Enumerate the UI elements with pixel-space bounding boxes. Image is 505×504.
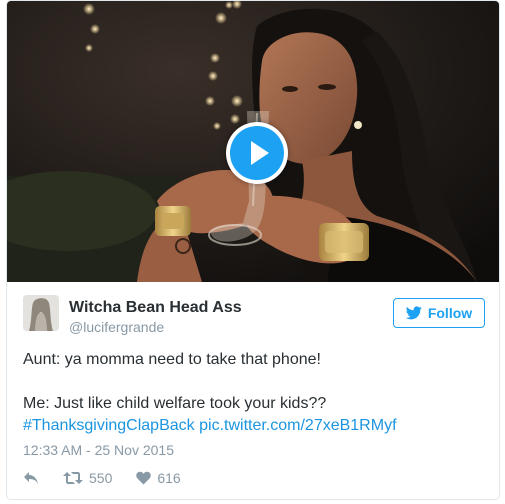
tweet-text: Aunt: ya momma need to take that phone! … <box>23 349 493 437</box>
reply-button[interactable] <box>23 471 39 485</box>
author-name[interactable]: Witcha Bean Head Ass <box>69 299 242 317</box>
tweet-line-1: Aunt: ya momma need to take that phone! <box>23 351 321 368</box>
hashtag-link[interactable]: #ThanksgivingClapBack <box>23 417 195 434</box>
follow-label: Follow <box>427 305 473 321</box>
tweet-header: Witcha Bean Head Ass @lucifergrande Foll… <box>23 295 485 337</box>
author-handle[interactable]: @lucifergrande <box>69 319 164 335</box>
tweet-line-3: #ThanksgivingClapBack pic.twitter.com/27… <box>23 415 493 437</box>
video-thumbnail[interactable] <box>7 1 499 282</box>
tweet-card: Witcha Bean Head Ass @lucifergrande Foll… <box>6 0 500 500</box>
retweet-count: 550 <box>89 470 113 486</box>
retweet-button[interactable]: 550 <box>63 470 112 486</box>
reply-icon <box>24 472 38 484</box>
play-button[interactable] <box>226 122 288 184</box>
timestamp[interactable]: 12:33 AM - 25 Nov 2015 <box>23 442 174 458</box>
heart-icon <box>136 471 152 485</box>
media-link[interactable]: pic.twitter.com/27xeB1RMyf <box>199 417 396 434</box>
twitter-bird-icon <box>405 306 422 320</box>
tweet-actions: 550 616 <box>23 468 205 488</box>
tweet-line-2: Me: Just like child welfare took your ki… <box>23 395 327 412</box>
play-icon <box>230 126 284 180</box>
follow-button[interactable]: Follow <box>393 298 485 328</box>
like-button[interactable]: 616 <box>136 470 181 486</box>
avatar-image <box>23 295 59 331</box>
avatar[interactable] <box>23 295 59 331</box>
like-count: 616 <box>157 470 181 486</box>
retweet-icon <box>63 472 83 484</box>
